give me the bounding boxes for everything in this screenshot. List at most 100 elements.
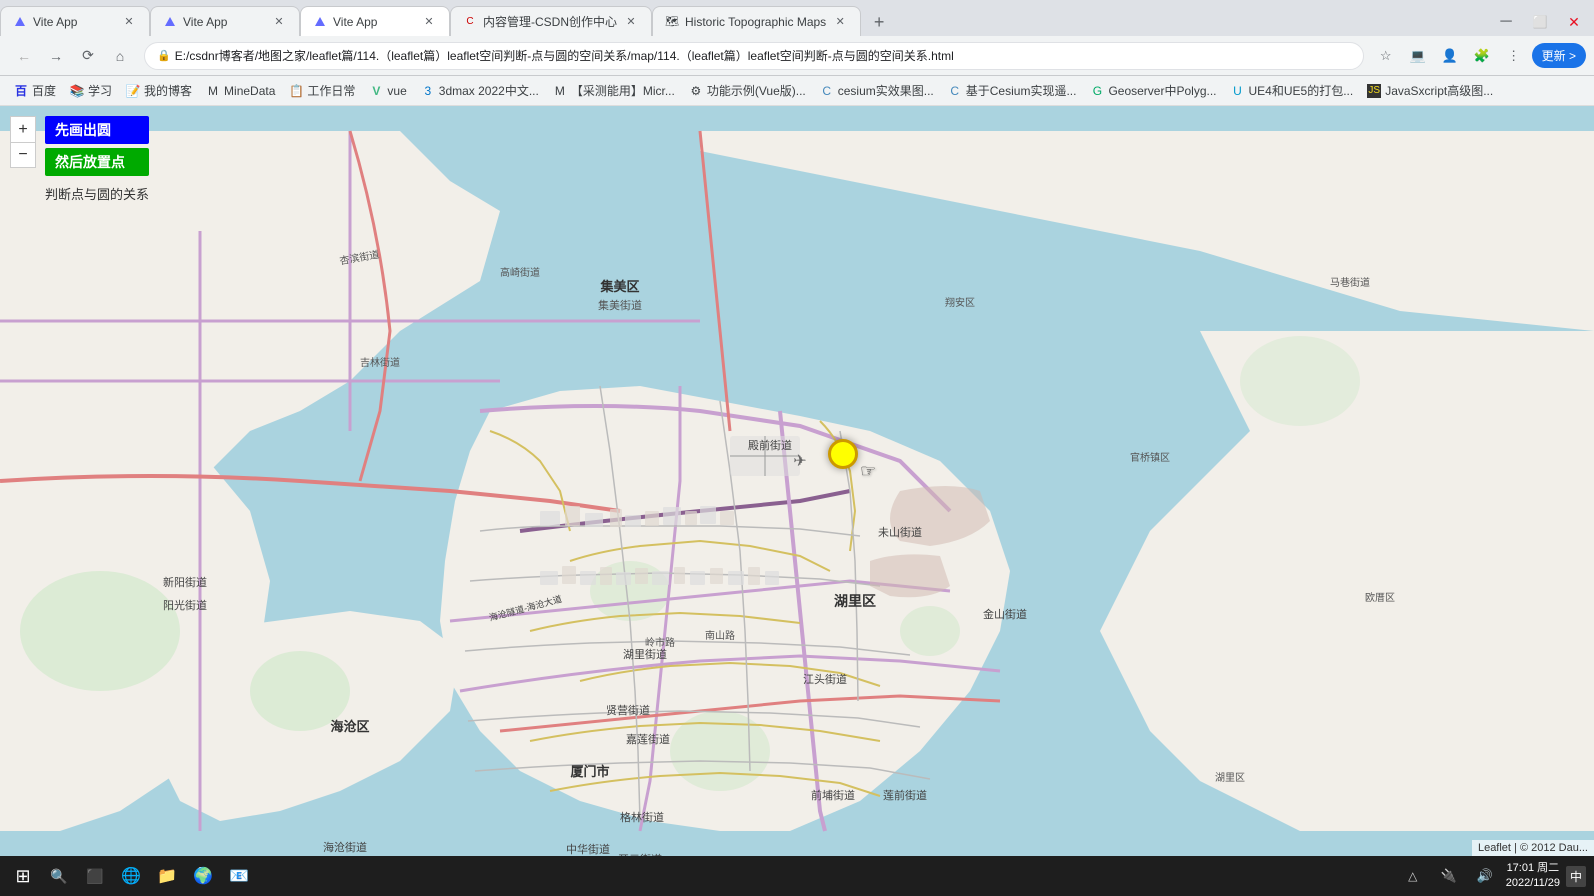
update-button[interactable]: 更新 >: [1532, 43, 1586, 68]
svg-text:翔安区: 翔安区: [945, 296, 975, 309]
browser-chrome: Vite App ✕ Vite App ✕ Vite App ✕: [0, 0, 1594, 106]
bookmark-label-js: JavaSxcript高级图...: [1385, 82, 1493, 99]
tab-csdn[interactable]: C 内容管理-CSDN创作中心 ✕: [450, 6, 652, 36]
start-button[interactable]: ⊞: [8, 861, 38, 891]
zoom-in-button[interactable]: +: [10, 116, 36, 142]
svg-text:集美区: 集美区: [599, 279, 639, 294]
bookmark-3dmax[interactable]: 3 3dmax 2022中文...: [415, 80, 545, 101]
svg-text:江头街道: 江头街道: [803, 672, 847, 686]
bookmark-baidu[interactable]: 百 百度: [8, 80, 62, 101]
extensions-button[interactable]: 🧩: [1468, 42, 1496, 70]
bookmark-icon-minedata: M: [206, 84, 220, 98]
restore-button[interactable]: ⬜: [1526, 8, 1554, 36]
url-text: E:/csdnr博客者/地图之家/leaflet篇/114.（leaflet篇）…: [175, 47, 954, 64]
bookmark-func[interactable]: ⚙ 功能示例(Vue版)...: [683, 80, 812, 101]
taskbar-chrome-icon[interactable]: 🌍: [188, 861, 218, 891]
svg-text:官桥镇区: 官桥镇区: [1130, 451, 1170, 464]
svg-text:湖里区: 湖里区: [834, 593, 876, 609]
map-attribution: Leaflet | © 2012 Dau...: [1472, 840, 1594, 856]
taskbar-edge-icon[interactable]: 🌐: [116, 861, 146, 891]
bookmark-label-cesium2: 基于Cesium实现遥...: [966, 82, 1077, 99]
svg-text:✈: ✈: [793, 453, 806, 470]
volume-icon[interactable]: 🔊: [1470, 861, 1500, 891]
profile-button[interactable]: 👤: [1436, 42, 1464, 70]
place-point-button[interactable]: 然后放置点: [45, 148, 149, 176]
settings-button[interactable]: ⋮: [1500, 42, 1528, 70]
bookmark-label-func: 功能示例(Vue版)...: [707, 82, 806, 99]
svg-text:吉林街道: 吉林街道: [360, 356, 400, 369]
bookmark-icon-cesium2: C: [948, 84, 962, 98]
bookmark-geoserver[interactable]: G Geoserver中Polyg...: [1084, 80, 1222, 101]
bookmark-icon-cesium1: C: [820, 84, 834, 98]
bookmark-cesium1[interactable]: C cesium实效果图...: [814, 80, 940, 101]
search-taskbar-button[interactable]: 🔍: [44, 861, 74, 891]
bookmark-icon-vue: V: [369, 84, 383, 98]
taskbar-explorer-icon[interactable]: 📁: [152, 861, 182, 891]
back-button[interactable]: ←: [10, 42, 38, 70]
bookmark-micr[interactable]: M 【采测能用】Micr...: [547, 80, 681, 101]
system-tray: △ 🔌 🔊 17:01 周二 2022/11/29 中: [1398, 861, 1586, 892]
bookmark-icon-geoserver: G: [1090, 84, 1104, 98]
bookmark-label-3dmax: 3dmax 2022中文...: [439, 82, 539, 99]
draw-circle-button[interactable]: 先画出圆: [45, 116, 149, 144]
svg-text:厦门市: 厦门市: [570, 764, 609, 779]
new-tab-button[interactable]: +: [865, 8, 893, 36]
tab-close-2[interactable]: ✕: [271, 14, 287, 30]
zoom-out-button[interactable]: −: [10, 142, 36, 168]
url-bar[interactable]: 🔒 E:/csdnr博客者/地图之家/leaflet篇/114.（leaflet…: [144, 42, 1364, 70]
notification-icon[interactable]: △: [1398, 861, 1428, 891]
svg-text:岭市路: 岭市路: [645, 636, 675, 649]
taskbar-left: ⊞ 🔍 ⬛ 🌐 📁 🌍 📧: [8, 861, 254, 891]
bookmark-star-button[interactable]: ☆: [1372, 42, 1400, 70]
tab-vite-1[interactable]: Vite App ✕: [0, 6, 150, 36]
bookmark-icon-study: 📚: [70, 84, 84, 98]
bookmark-workdaily[interactable]: 📋 工作日常: [283, 80, 361, 101]
bookmark-js[interactable]: JS JavaSxcript高级图...: [1361, 80, 1499, 101]
task-view-button[interactable]: ⬛: [80, 861, 110, 891]
map-marker[interactable]: [828, 439, 858, 469]
svg-text:嘉莲街道: 嘉莲街道: [626, 732, 670, 746]
bookmark-label-micr: 【采测能用】Micr...: [571, 82, 675, 99]
svg-text:贤营街道: 贤营街道: [606, 703, 650, 717]
tab-close-5[interactable]: ✕: [832, 14, 848, 30]
reload-button[interactable]: ⟳: [74, 42, 102, 70]
bookmark-ue[interactable]: U UE4和UE5的打包...: [1225, 80, 1360, 101]
tab-title-3: Vite App: [333, 15, 415, 29]
bookmark-vue[interactable]: V vue: [363, 82, 412, 100]
screensaver-button[interactable]: 💻: [1404, 42, 1432, 70]
tab-close-3[interactable]: ✕: [421, 14, 437, 30]
map-container[interactable]: 集美区 集美街道 海沧区 湖里区 厦门市 殿前街道 未山街道 金山街道 海沧街道…: [0, 106, 1594, 856]
svg-text:湖里街道: 湖里街道: [623, 647, 667, 661]
home-button[interactable]: ⌂: [106, 42, 134, 70]
bookmark-cesium2[interactable]: C 基于Cesium实现遥...: [942, 80, 1083, 101]
tab-vite-2[interactable]: Vite App ✕: [150, 6, 300, 36]
taskbar: ⊞ 🔍 ⬛ 🌐 📁 🌍 📧 △ 🔌 🔊 17:01 周二 2: [0, 856, 1594, 896]
network-icon[interactable]: 🔌: [1434, 861, 1464, 891]
svg-text:新阳街道: 新阳街道: [163, 575, 207, 589]
bookmark-label-geoserver: Geoserver中Polyg...: [1108, 82, 1216, 99]
taskbar-email-icon[interactable]: 📧: [224, 861, 254, 891]
forward-button[interactable]: →: [42, 42, 70, 70]
tab-close-1[interactable]: ✕: [121, 14, 137, 30]
svg-text:莲前街道: 莲前街道: [883, 788, 927, 802]
bookmark-icon-baidu: 百: [14, 84, 28, 98]
tab-close-4[interactable]: ✕: [623, 14, 639, 30]
bookmark-study[interactable]: 📚 学习: [64, 80, 118, 101]
tab-vite-3[interactable]: Vite App ✕: [300, 6, 450, 36]
language-indicator[interactable]: 中: [1566, 866, 1586, 887]
svg-text:湖里区: 湖里区: [1215, 772, 1245, 784]
bookmark-myblog[interactable]: 📝 我的博客: [120, 80, 198, 101]
svg-text:南山路: 南山路: [705, 629, 735, 642]
tab-title-1: Vite App: [33, 15, 115, 29]
tab-title-2: Vite App: [183, 15, 265, 29]
minimize-button[interactable]: ─: [1492, 8, 1520, 36]
close-window-button[interactable]: ✕: [1560, 8, 1588, 36]
bookmark-icon-js: JS: [1367, 84, 1381, 98]
bookmark-minedata[interactable]: M MineData: [200, 82, 281, 100]
clock[interactable]: 17:01 周二 2022/11/29: [1506, 861, 1560, 892]
tab-icon-vite-1: [13, 15, 27, 29]
bookmark-label-myblog: 我的博客: [144, 82, 192, 99]
tab-historic-maps[interactable]: 🗺 Historic Topographic Maps ✕: [652, 6, 861, 36]
svg-text:海沧区: 海沧区: [330, 719, 369, 734]
map-controls: + −: [10, 116, 36, 168]
